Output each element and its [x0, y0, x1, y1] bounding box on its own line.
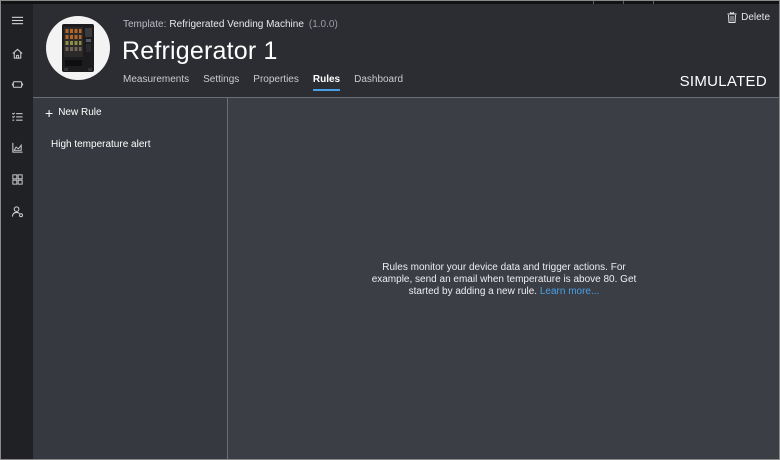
analytics-chart-icon — [11, 142, 23, 153]
hamburger-menu-icon — [11, 16, 23, 24]
nav-users-button[interactable] — [1, 197, 33, 225]
nav-analytics-button[interactable] — [1, 133, 33, 161]
nav-home-button[interactable] — [1, 39, 33, 67]
template-label: Template: — [123, 19, 167, 30]
simulated-status-badge: SIMULATED — [679, 73, 767, 90]
nav-dashboards-button[interactable] — [1, 165, 33, 193]
delete-button[interactable]: Delete — [727, 12, 770, 23]
rules-list-panel: + New Rule High temperature alert — [33, 98, 228, 459]
vending-machine-image — [62, 24, 94, 72]
trash-icon — [727, 12, 737, 23]
list-check-icon — [11, 111, 23, 121]
plus-icon: + — [45, 104, 54, 121]
device-icon — [11, 80, 23, 88]
tab-settings[interactable]: Settings — [203, 74, 239, 91]
tab-rules[interactable]: Rules — [312, 74, 341, 91]
home-icon — [12, 48, 22, 59]
device-header: Template: Refrigerated Vending Machine (1.… — [33, 4, 779, 98]
rule-list-item[interactable]: High temperature alert — [51, 139, 151, 150]
template-version: (1.0.0) — [308, 19, 338, 30]
user-settings-icon — [11, 205, 23, 217]
new-rule-label: New Rule — [58, 107, 102, 118]
rule-detail-area: Rules monitor your device data and trigg… — [228, 98, 779, 459]
tab-dashboard[interactable]: Dashboard — [354, 74, 403, 91]
delete-label: Delete — [741, 12, 770, 23]
device-tabs: Measurements Settings Properties Rules D… — [123, 74, 417, 91]
template-name[interactable]: Refrigerated Vending Machine — [169, 19, 304, 30]
hamburger-menu-button[interactable] — [1, 6, 33, 34]
grid-icon — [11, 173, 23, 185]
nav-devices-button[interactable] — [1, 70, 33, 98]
empty-state-message: Rules monitor your device data and trigg… — [366, 262, 642, 298]
tab-properties[interactable]: Properties — [253, 74, 299, 91]
template-info: Template: Refrigerated Vending Machine (1.… — [123, 19, 338, 30]
nav-rail — [1, 4, 33, 459]
learn-more-link[interactable]: Learn more... — [540, 286, 599, 297]
tab-measurements[interactable]: Measurements — [123, 74, 189, 91]
app-window: Template: Refrigerated Vending Machine (1.… — [0, 0, 780, 460]
device-image — [46, 16, 110, 80]
page-title: Refrigerator 1 — [122, 37, 278, 65]
new-rule-button[interactable]: + New Rule — [45, 104, 102, 121]
nav-rules-button[interactable] — [1, 102, 33, 130]
